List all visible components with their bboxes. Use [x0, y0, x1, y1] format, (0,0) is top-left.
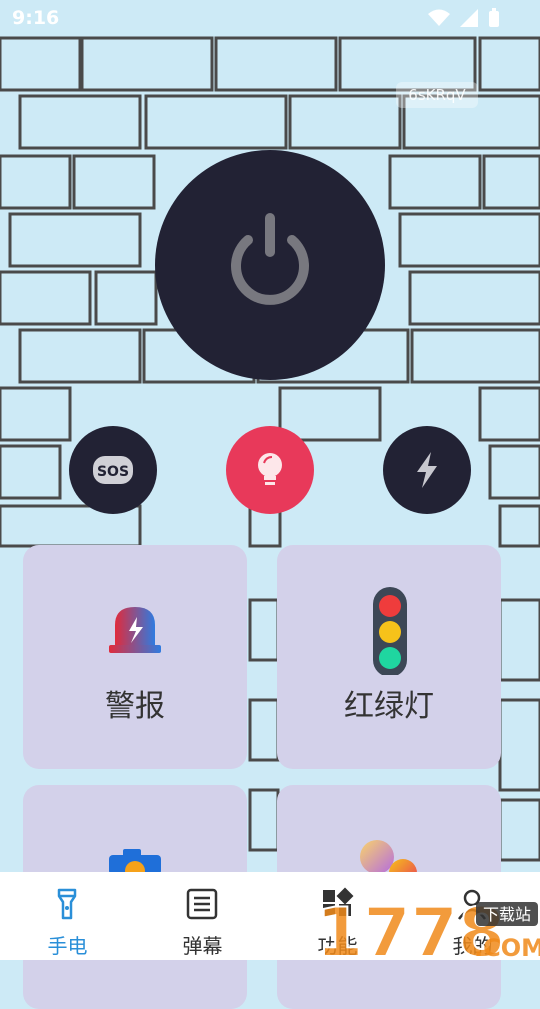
bulb-mode-button[interactable] [226, 426, 314, 514]
watermark-tag: 6sKRqV [396, 82, 478, 108]
logo-suffix: 下载站 [483, 905, 531, 924]
feature-label: 红绿灯 [344, 689, 434, 724]
traffic-light-icon [373, 587, 407, 675]
power-button[interactable] [155, 150, 385, 380]
flashlight-icon [57, 888, 77, 920]
bulb-icon [258, 453, 282, 485]
site-logo-watermark: 1778 下载站 .COM [316, 893, 540, 960]
power-icon [231, 213, 309, 305]
battery-icon [489, 8, 499, 27]
logo-domain: .COM [474, 934, 540, 960]
sos-mode-button[interactable]: SOS [69, 426, 157, 514]
flash-mode-button[interactable] [383, 426, 471, 514]
siren-icon [109, 607, 161, 653]
camera-icon [109, 849, 161, 875]
status-icons [428, 8, 500, 28]
sos-text: SOS [97, 464, 129, 480]
wifi-icon [428, 9, 450, 26]
feature-card-alarm[interactable]: 警报 [23, 545, 247, 769]
nav-item-flashlight[interactable]: 手电 [0, 872, 135, 960]
status-bar: 9:16 [0, 0, 540, 36]
feature-label: 警报 [105, 689, 165, 724]
nav-label: 弹幕 [182, 934, 223, 958]
nav-item-barrage[interactable]: 弹幕 [135, 872, 270, 960]
nav-label: 手电 [47, 934, 88, 958]
status-time: 9:16 [12, 7, 60, 29]
feature-card-traffic-light[interactable]: 红绿灯 [277, 545, 501, 769]
flash-icon [417, 452, 437, 488]
barrage-icon [186, 888, 218, 920]
color-bubbles-icon [360, 840, 417, 875]
sos-icon: SOS [93, 456, 133, 484]
signal-icon [460, 9, 478, 27]
